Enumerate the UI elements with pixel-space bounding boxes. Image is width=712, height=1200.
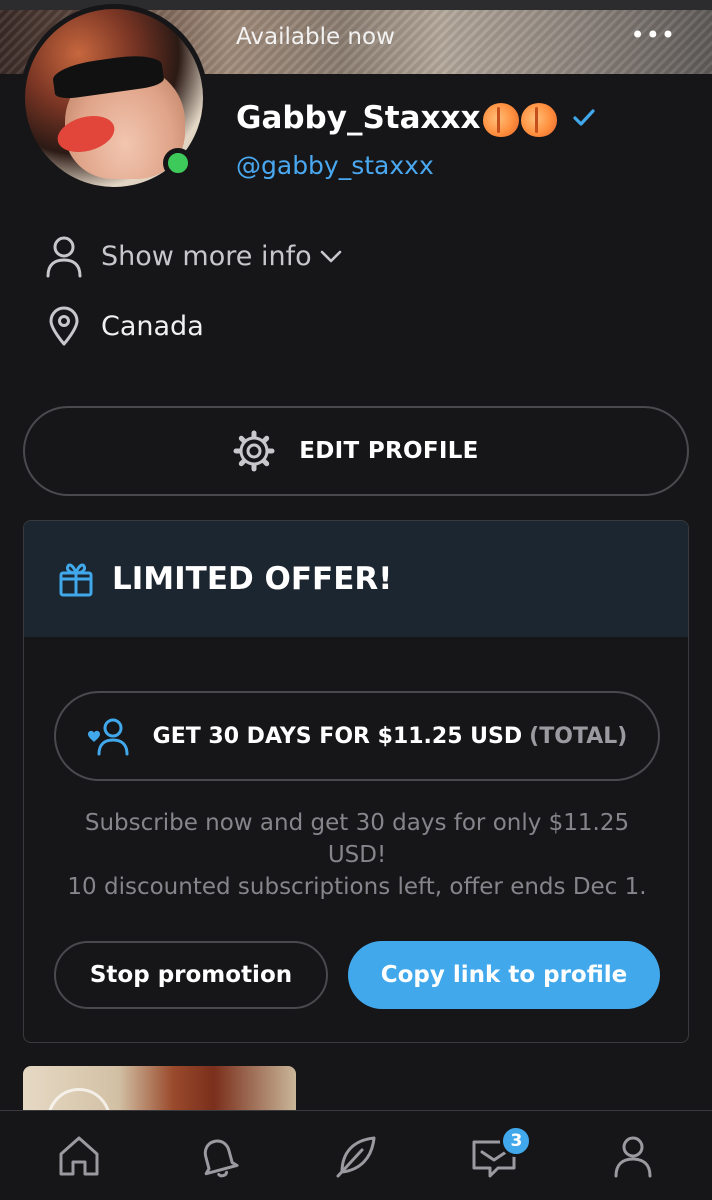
show-more-info-label: Show more info [101, 240, 312, 272]
offer-header: LIMITED OFFER! [24, 521, 688, 637]
edit-profile-button[interactable]: EDIT PROFILE [23, 406, 689, 496]
offer-description-line: USD! [327, 842, 387, 868]
offer-description-line: Subscribe now and get 30 days for only $… [84, 810, 630, 836]
display-name-text: Gabby_Staxxx [236, 100, 481, 136]
subscribe-user-heart-icon [87, 718, 129, 756]
subscribe-offer-button[interactable]: GET 30 DAYS FOR $11.25 USD (TOTAL) [54, 691, 660, 781]
chevron-down-icon [320, 250, 341, 263]
verified-check-icon [572, 109, 595, 126]
profile-handle[interactable]: @gabby_staxxx [236, 151, 434, 180]
media-thumbnail[interactable] [23, 1066, 296, 1116]
more-options-button[interactable]: ••• [631, 23, 676, 47]
display-name: Gabby_Staxxx [236, 100, 599, 137]
offer-description: Subscribe now and get 30 days for only $… [44, 807, 670, 903]
offer-description-line: 10 discounted subscriptions left, offer … [67, 874, 647, 900]
feather-icon [336, 1136, 376, 1177]
availability-status: Available now [236, 24, 395, 50]
nav-create-post[interactable] [306, 1121, 406, 1191]
nav-notifications[interactable] [168, 1121, 268, 1191]
show-more-info[interactable]: Show more info [44, 234, 344, 278]
peach-emoji-icon [482, 103, 519, 137]
peach-emoji-icon [520, 103, 557, 137]
bell-icon [203, 1139, 239, 1177]
nav-home[interactable] [29, 1121, 129, 1191]
offer-pill-label: GET 30 DAYS FOR $11.25 USD [152, 723, 523, 749]
location-pin-icon [44, 304, 84, 348]
stop-promotion-button[interactable]: Stop promotion [54, 941, 328, 1009]
user-icon [44, 234, 84, 278]
online-status-dot [163, 148, 193, 178]
profile-icon [614, 1136, 652, 1177]
gear-icon [233, 430, 275, 472]
home-icon [59, 1136, 99, 1175]
copy-link-button[interactable]: Copy link to profile [348, 941, 660, 1009]
nav-profile[interactable] [583, 1121, 683, 1191]
gift-icon [59, 563, 93, 597]
bottom-nav: 3 [0, 1110, 712, 1200]
offer-pill-suffix: (TOTAL) [529, 723, 628, 749]
offer-title: LIMITED OFFER! [112, 561, 393, 597]
messages-badge: 3 [500, 1124, 533, 1157]
limited-offer-card: LIMITED OFFER! GET 30 DAYS FOR $11.25 US… [23, 520, 689, 1043]
nav-messages[interactable]: 3 [444, 1121, 544, 1191]
location-text: Canada [101, 310, 204, 342]
location-row: Canada [44, 304, 204, 348]
edit-profile-label: EDIT PROFILE [299, 438, 479, 464]
